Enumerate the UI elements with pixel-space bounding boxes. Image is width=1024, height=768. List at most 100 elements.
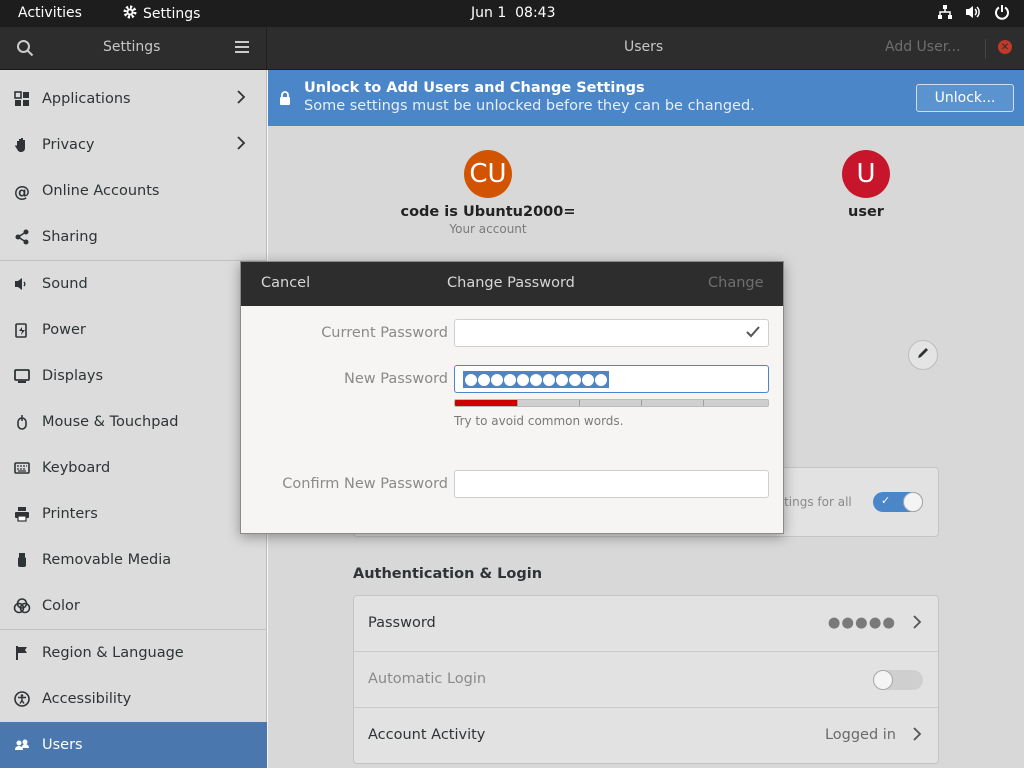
password-dot (569, 373, 581, 386)
new-password-label: New Password (344, 371, 448, 387)
power-icon (994, 4, 1010, 24)
password-row[interactable]: Password ●●●●● (354, 596, 938, 652)
sidebar-item-users[interactable]: Users (0, 722, 267, 768)
dialog-header: Cancel Change Password Change (241, 262, 783, 306)
toggle-knob (903, 492, 923, 512)
top-bar: Activities Settings Jun 1 08:43 (0, 0, 1024, 27)
sidebar-item-printers[interactable]: Printers (0, 491, 267, 537)
sidebar-item-removable-media[interactable]: Removable Media (0, 537, 267, 583)
palette-icon (13, 597, 31, 615)
avatar-other-user[interactable]: U (842, 150, 890, 198)
hamburger-menu-icon[interactable] (234, 40, 250, 58)
password-dot (556, 373, 568, 386)
current-account-name: code is Ubuntu2000= (400, 204, 576, 220)
dialog-title: Change Password (447, 275, 575, 291)
clock-date: Jun 1 (471, 5, 507, 21)
sidebar-item-label: Power (42, 322, 86, 338)
change-password-dialog: Cancel Change Password Change Current Pa… (240, 261, 784, 534)
password-dot (478, 373, 490, 386)
checkmark-icon (745, 325, 761, 343)
app-menu-label: Settings (143, 6, 201, 22)
network-icon (937, 4, 953, 24)
password-hint: Try to avoid common words. (454, 414, 624, 428)
password-strength-fill (455, 400, 518, 406)
sidebar-item-label: Mouse & Touchpad (42, 414, 179, 430)
change-button[interactable]: Change (708, 275, 764, 291)
password-row-value: ●●●●● (827, 615, 896, 631)
sidebar-item-label: Applications (42, 91, 131, 107)
other-account-name: user (848, 204, 884, 220)
flag-icon (13, 644, 31, 662)
clock[interactable]: Jun 1 08:43 (471, 5, 556, 21)
cancel-button[interactable]: Cancel (261, 275, 310, 291)
speaker-icon (13, 275, 31, 293)
sidebar-title: Settings (103, 39, 161, 55)
strength-segment (517, 400, 518, 406)
app-menu[interactable]: Settings (122, 4, 200, 24)
sidebar-item-label: Users (42, 737, 83, 753)
sidebar-item-sound[interactable]: Sound (0, 261, 267, 307)
sidebar-item-displays[interactable]: Displays (0, 353, 267, 399)
edit-avatar-button[interactable] (908, 340, 938, 370)
header-separator (985, 39, 986, 59)
password-dot (530, 373, 542, 386)
confirm-password-field[interactable] (454, 470, 769, 498)
strength-segment (703, 400, 704, 406)
language-toggle[interactable]: ✓ (873, 492, 923, 512)
sidebar-item-power[interactable]: Power (0, 307, 267, 353)
password-dot (543, 373, 555, 386)
volume-icon (965, 4, 982, 24)
account-activity-label: Account Activity (368, 727, 486, 743)
account-activity-value: Logged in (824, 727, 896, 743)
sidebar-item-label: Color (42, 598, 80, 614)
password-dot (595, 373, 607, 386)
add-user-button[interactable]: Add User... (885, 39, 961, 55)
new-password-value (463, 371, 609, 388)
automatic-login-toggle[interactable] (873, 670, 923, 690)
close-icon[interactable]: ✕ (998, 40, 1012, 54)
sidebar-item-online-accounts[interactable]: @ Online Accounts (0, 168, 267, 214)
new-password-field[interactable] (454, 365, 769, 393)
avatar-current-user[interactable]: CU (464, 150, 512, 198)
sidebar-item-label: Keyboard (42, 460, 111, 476)
automatic-login-row[interactable]: Automatic Login (354, 652, 938, 708)
banner-subtitle: Some settings must be unlocked before th… (304, 98, 755, 114)
sidebar-item-keyboard[interactable]: Keyboard (0, 445, 267, 491)
sidebar-item-label: Accessibility (42, 691, 132, 707)
password-dot (491, 373, 503, 386)
sidebar-item-privacy[interactable]: Privacy (0, 122, 267, 168)
password-dot (465, 373, 477, 386)
sidebar-item-sharing[interactable]: Sharing (0, 214, 267, 260)
keyboard-icon (13, 459, 31, 477)
sidebar-item-mouse-touchpad[interactable]: Mouse & Touchpad (0, 399, 267, 445)
auth-card: Password ●●●●● Automatic Login Account A… (353, 595, 939, 764)
at-icon: @ (14, 181, 30, 201)
sidebar-item-label: Displays (42, 368, 104, 384)
system-menu[interactable] (937, 4, 1010, 24)
current-password-field[interactable] (454, 319, 769, 347)
header-bar: Settings Users Add User... ✕ (0, 27, 1024, 70)
sidebar-item-applications[interactable]: Applications (0, 76, 267, 122)
sidebar-item-label: Online Accounts (42, 183, 160, 199)
unlock-button[interactable]: Unlock... (916, 84, 1014, 112)
password-strength-bar (454, 399, 769, 407)
pencil-icon (916, 346, 930, 364)
sidebar-item-label: Region & Language (42, 645, 184, 661)
accessibility-icon (13, 690, 31, 708)
confirm-password-label: Confirm New Password (282, 476, 448, 492)
activities-button[interactable]: Activities (18, 5, 82, 21)
sidebar-item-accessibility[interactable]: Accessibility (0, 676, 267, 722)
password-dot (504, 373, 516, 386)
automatic-login-label: Automatic Login (368, 671, 487, 687)
chevron-right-icon (236, 135, 246, 155)
search-icon[interactable] (16, 39, 34, 61)
sidebar-item-region-language[interactable]: Region & Language (0, 630, 267, 676)
mouse-icon (13, 413, 31, 431)
sidebar-item-label: Sharing (42, 229, 98, 245)
hand-icon (13, 136, 31, 154)
password-dot (517, 373, 529, 386)
usb-icon (13, 551, 31, 569)
account-activity-row[interactable]: Account Activity Logged in (354, 708, 938, 764)
chevron-right-icon (912, 726, 922, 746)
sidebar-item-color[interactable]: Color (0, 583, 267, 629)
